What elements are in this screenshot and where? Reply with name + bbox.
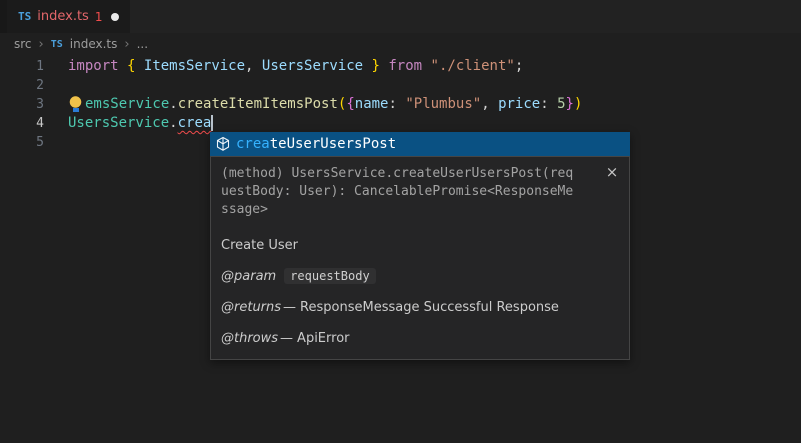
returns-text: ResponseMessage Successful Response	[300, 300, 559, 315]
em-dash: —	[283, 300, 296, 315]
code-token: import	[68, 58, 119, 74]
code-token	[119, 58, 127, 74]
code-token: 5	[557, 96, 565, 112]
code-token: UsersService	[68, 115, 169, 131]
throws-text: ApiError	[297, 331, 349, 346]
doc-description: Create User	[221, 237, 619, 254]
vscode-window: { "tab_bar": { "tabs": [ { "file_icon": …	[0, 0, 801, 443]
breadcrumb-item-file[interactable]: index.ts	[70, 37, 118, 51]
tab-bar-edge	[0, 0, 7, 33]
code-token: }	[372, 58, 380, 74]
suggestion-item-selected[interactable]: createUserUsersPost	[210, 132, 630, 156]
code-token	[135, 58, 143, 74]
em-dash: —	[280, 331, 293, 346]
line-number: 2	[0, 76, 44, 95]
code-token: name	[355, 96, 389, 112]
code-token: crea	[178, 115, 212, 131]
code-line[interactable]: 2	[0, 76, 801, 95]
line-number: 5	[0, 133, 44, 152]
line-number: 1	[0, 57, 44, 76]
typescript-file-icon: TS	[18, 10, 31, 23]
throws-tag: @throws	[221, 331, 278, 346]
intellisense-suggest-widget: createUserUsersPost × (method) UsersServ…	[210, 132, 630, 360]
code-token	[363, 58, 371, 74]
code-token: UsersService	[262, 58, 363, 74]
chevron-right-icon: ›	[124, 37, 129, 52]
code-line-content: emsService.createItemItemsPost({name: "P…	[68, 95, 582, 114]
line-number: 3	[0, 95, 44, 114]
tab-index-ts[interactable]: TS index.ts 1	[7, 0, 130, 33]
code-token: {	[346, 96, 354, 112]
method-cube-icon	[215, 136, 231, 152]
close-icon[interactable]: ×	[604, 164, 620, 180]
code-token: ;	[515, 58, 523, 74]
doc-throws-row: @throws— ApiError	[221, 330, 619, 347]
lightbulb-icon[interactable]	[68, 96, 83, 112]
code-token: )	[574, 96, 582, 112]
doc-returns-row: @returns— ResponseMessage Successful Resp…	[221, 299, 619, 316]
breadcrumb-item-src[interactable]: src	[14, 37, 32, 51]
code-token: :	[540, 96, 557, 112]
param-tag: @param	[221, 269, 276, 284]
method-signature: (method) UsersService.createUserUsersPos…	[221, 165, 577, 219]
code-token: emsService	[85, 96, 169, 112]
tab-filename: index.ts	[37, 9, 89, 24]
chevron-right-icon: ›	[39, 37, 44, 52]
code-token: ,	[245, 58, 262, 74]
typescript-file-icon: TS	[51, 39, 63, 50]
suggestion-docs-panel: × (method) UsersService.createUserUsersP…	[210, 156, 630, 360]
code-token: price	[498, 96, 540, 112]
code-line-content: UsersService.crea	[68, 114, 213, 133]
code-token: "Plumbus"	[405, 96, 481, 112]
suggestion-rest-text: teUserUsersPost	[270, 136, 396, 152]
returns-tag: @returns	[221, 300, 281, 315]
code-token: ,	[481, 96, 498, 112]
code-token: .	[169, 115, 177, 131]
modified-dot-icon[interactable]	[111, 13, 119, 21]
suggestion-match-text: crea	[236, 136, 270, 152]
breadcrumb: src › TS index.ts › ...	[0, 33, 801, 55]
line-number: 4	[0, 114, 44, 133]
breadcrumb-item-symbol[interactable]: ...	[137, 37, 148, 51]
code-token	[422, 58, 430, 74]
code-line-content: import { ItemsService, UsersService } fr…	[68, 57, 523, 76]
code-token: createItemItemsPost	[178, 96, 338, 112]
code-token: "./client"	[431, 58, 515, 74]
code-token: from	[388, 58, 422, 74]
code-line[interactable]: 1 import { ItemsService, UsersService } f…	[0, 57, 801, 76]
code-token: }	[566, 96, 574, 112]
code-line[interactable]: 3 emsService.createItemItemsPost({name: "…	[0, 95, 801, 114]
param-name-chip: requestBody	[284, 268, 375, 284]
doc-param-row: @param requestBody	[221, 268, 619, 285]
code-line[interactable]: 4 UsersService.crea	[0, 114, 801, 133]
tab-bar: TS index.ts 1	[0, 0, 801, 33]
text-cursor	[211, 115, 213, 131]
code-token: .	[169, 96, 177, 112]
tab-error-count-badge: 1	[95, 10, 103, 24]
code-token: ItemsService	[144, 58, 245, 74]
code-token: :	[388, 96, 405, 112]
